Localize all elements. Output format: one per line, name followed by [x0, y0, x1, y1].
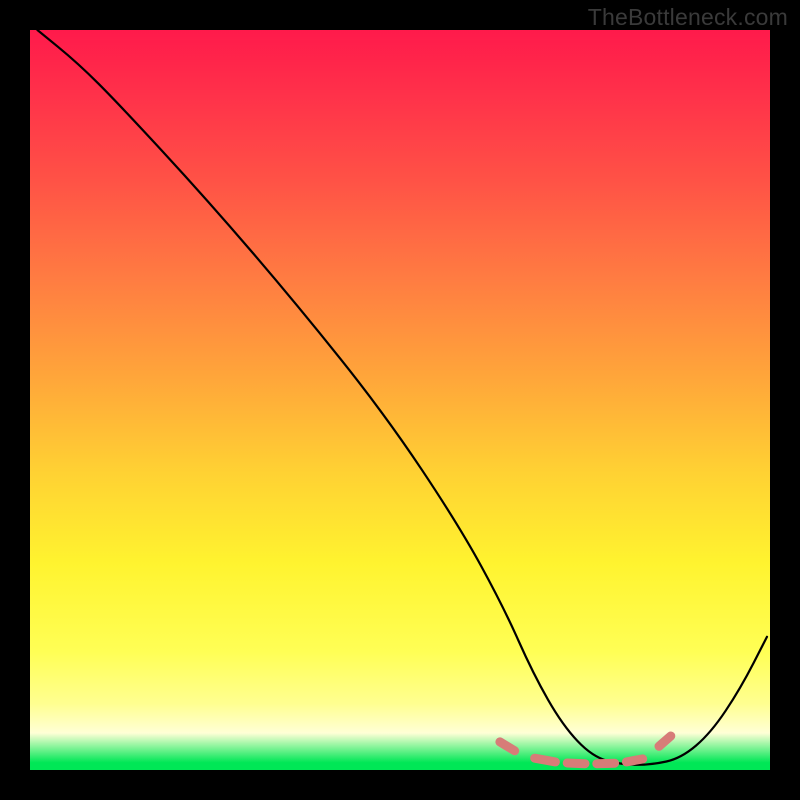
trough-dash-5	[659, 736, 671, 746]
trough-dash-4	[626, 759, 642, 762]
trough-dash-1	[535, 758, 556, 762]
chart-stage: TheBottleneck.com	[0, 0, 800, 800]
trough-dash-0	[500, 742, 515, 751]
curve-layer	[30, 30, 770, 770]
plot-area	[30, 30, 770, 770]
trough-dash-3	[597, 763, 615, 764]
attribution-label: TheBottleneck.com	[588, 4, 788, 31]
trough-dash-2	[567, 763, 585, 764]
bottleneck-curve	[37, 30, 767, 765]
